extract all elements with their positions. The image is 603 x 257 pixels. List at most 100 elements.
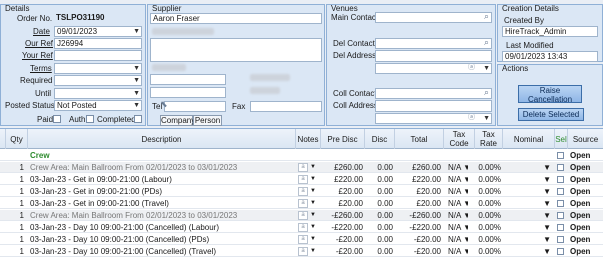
table-row[interactable]: 1 03-Jan-23 - Get in 09:00-21:00 (Travel)… xyxy=(0,198,603,209)
select-checkbox[interactable] xyxy=(557,188,564,195)
qty-header[interactable]: Qty xyxy=(6,129,28,149)
search-icon[interactable]: ⌕ xyxy=(484,89,489,97)
tax-code-header[interactable]: Tax Code xyxy=(444,129,475,149)
address-icon[interactable]: ⓐ xyxy=(468,114,475,122)
our-ref-field[interactable]: J26994 xyxy=(54,38,142,49)
your-ref-field[interactable] xyxy=(54,50,142,61)
description-cell[interactable]: 03-Jan-23 - Get in 09:00-21:00 (Travel) xyxy=(30,198,294,209)
select-checkbox[interactable] xyxy=(557,248,564,255)
description-cell[interactable]: 03-Jan-23 - Get in 09:00-21:00 (Labour) xyxy=(30,174,294,185)
table-row[interactable]: 1 Crew Area: Main Ballroom From 02/01/202… xyxy=(0,210,603,221)
disc-header[interactable]: Disc xyxy=(365,129,395,149)
tax-code-cell[interactable]: N/A ▼ xyxy=(448,198,468,209)
tax-code-cell[interactable]: N/A ▼ xyxy=(448,246,468,257)
pre-disc-cell[interactable]: £260.00 xyxy=(321,162,363,173)
tax-rate-cell[interactable]: 0.00% xyxy=(475,174,501,185)
coll-contact-field[interactable]: ⌕ xyxy=(375,88,492,99)
pre-disc-cell[interactable] xyxy=(321,150,363,161)
tax-rate-cell[interactable] xyxy=(475,150,501,161)
supplier-postcode-field[interactable] xyxy=(150,87,226,98)
disc-cell[interactable]: 0.00 xyxy=(365,234,393,245)
fax-field[interactable] xyxy=(250,101,322,112)
select-checkbox[interactable] xyxy=(557,236,564,243)
chevron-down-icon[interactable]: ▼ xyxy=(310,186,318,197)
qty-cell[interactable]: 1 xyxy=(6,210,24,221)
chevron-down-icon[interactable]: ▼ xyxy=(310,222,318,233)
company-tab[interactable]: Company xyxy=(160,115,195,126)
nominal-cell[interactable]: ▼ xyxy=(503,174,551,185)
table-row[interactable]: 1 03-Jan-23 - Day 10 09:00-21:00 (Cancell… xyxy=(0,246,603,257)
chevron-down-icon[interactable]: ▼ xyxy=(133,64,140,73)
notes-icon[interactable]: a xyxy=(298,163,308,172)
notes-icon[interactable]: a xyxy=(298,247,308,256)
chevron-down-icon[interactable]: ▼ xyxy=(133,27,140,36)
supplier-address-box[interactable] xyxy=(150,38,322,62)
description-cell[interactable]: Crew Area: Main Ballroom From 02/01/2023… xyxy=(30,210,294,221)
chevron-down-icon[interactable]: ▼ xyxy=(310,234,318,245)
address-icon[interactable]: ⓐ xyxy=(468,64,475,72)
del-contact-field[interactable]: ⌕ xyxy=(375,38,492,49)
table-row[interactable]: 1 03-Jan-23 - Day 10 09:00-21:00 (Cancell… xyxy=(0,222,603,233)
disc-cell[interactable]: 0.00 xyxy=(365,162,393,173)
pre-disc-cell[interactable]: £20.00 xyxy=(321,186,363,197)
tax-rate-cell[interactable]: 0.00% xyxy=(475,246,501,257)
select-checkbox[interactable] xyxy=(557,212,564,219)
pre-disc-header[interactable]: Pre Disc xyxy=(321,129,365,149)
tel-field[interactable] xyxy=(164,101,226,112)
select-checkbox[interactable] xyxy=(557,176,564,183)
disc-cell[interactable]: 0.00 xyxy=(365,198,393,209)
chevron-down-icon[interactable]: ▼ xyxy=(133,76,140,85)
qty-cell[interactable]: 1 xyxy=(6,174,24,185)
nominal-cell[interactable]: ▼ xyxy=(503,222,551,233)
nominal-cell[interactable]: ▼ xyxy=(503,210,551,221)
chevron-down-icon[interactable]: ▼ xyxy=(310,162,318,173)
chevron-down-icon[interactable]: ▼ xyxy=(133,101,140,110)
until-field[interactable]: ▼ xyxy=(54,88,142,99)
tax-rate-cell[interactable]: 0.00% xyxy=(475,186,501,197)
total-header[interactable]: Total xyxy=(395,129,444,149)
qty-cell[interactable] xyxy=(6,150,24,161)
search-icon[interactable]: ⌕ xyxy=(484,13,489,21)
chevron-down-icon[interactable]: ▼ xyxy=(483,64,490,73)
select-checkbox[interactable] xyxy=(557,152,564,159)
table-row[interactable]: 1 03-Jan-23 - Get in 09:00-21:00 (PDs) a ▼ £… xyxy=(0,186,603,197)
description-cell[interactable]: 03-Jan-23 - Day 10 09:00-21:00 (Cancelle… xyxy=(30,222,294,233)
qty-cell[interactable]: 1 xyxy=(6,186,24,197)
description-cell[interactable]: Crew xyxy=(30,150,294,161)
notes-icon[interactable]: a xyxy=(298,199,308,208)
tax-code-cell[interactable]: N/A ▼ xyxy=(448,210,468,221)
total-cell[interactable]: -£220.00 xyxy=(395,222,441,233)
tax-rate-cell[interactable]: 0.00% xyxy=(475,222,501,233)
paid-checkbox[interactable] xyxy=(53,115,61,123)
supplier-name-field[interactable]: Aaron Fraser xyxy=(150,13,322,24)
main-contact-field[interactable]: ⌕ xyxy=(375,12,492,23)
notes-icon[interactable]: a xyxy=(298,175,308,184)
nominal-cell[interactable]: ▼ xyxy=(503,198,551,209)
posted-status-select[interactable]: Not Posted ▼ xyxy=(54,100,142,111)
source-header[interactable]: Source xyxy=(568,129,603,149)
chevron-down-icon[interactable]: ▼ xyxy=(310,210,318,221)
nominal-cell[interactable]: ▼ xyxy=(503,246,551,257)
pre-disc-cell[interactable]: £220.00 xyxy=(321,174,363,185)
coll-address-field[interactable] xyxy=(375,100,492,112)
search-icon[interactable]: ⌕ xyxy=(484,39,489,47)
pre-disc-cell[interactable]: £20.00 xyxy=(321,198,363,209)
qty-cell[interactable]: 1 xyxy=(6,222,24,233)
chevron-down-icon[interactable]: ▼ xyxy=(310,246,318,257)
completed-checkbox[interactable] xyxy=(134,115,142,123)
raise-cancellation-button[interactable]: Raise Cancellation xyxy=(518,85,582,104)
person-tab[interactable]: Person xyxy=(193,115,222,126)
select-checkbox[interactable] xyxy=(557,200,564,207)
tax-code-cell[interactable]: N/A ▼ xyxy=(448,162,468,173)
nominal-cell[interactable]: ▼ xyxy=(503,162,551,173)
pre-disc-cell[interactable]: -£20.00 xyxy=(321,234,363,245)
description-header[interactable]: Description xyxy=(28,129,296,149)
pre-disc-cell[interactable]: -£220.00 xyxy=(321,222,363,233)
table-row[interactable]: 1 Crew Area: Main Ballroom From 02/01/202… xyxy=(0,162,603,173)
tax-rate-header[interactable]: Tax Rate xyxy=(475,129,503,149)
total-cell[interactable]: -£20.00 xyxy=(395,246,441,257)
nominal-cell[interactable]: ▼ xyxy=(503,186,551,197)
qty-cell[interactable]: 1 xyxy=(6,198,24,209)
chevron-down-icon[interactable]: ▼ xyxy=(133,89,140,98)
description-cell[interactable]: 03-Jan-23 - Day 10 09:00-21:00 (Cancelle… xyxy=(30,246,294,257)
